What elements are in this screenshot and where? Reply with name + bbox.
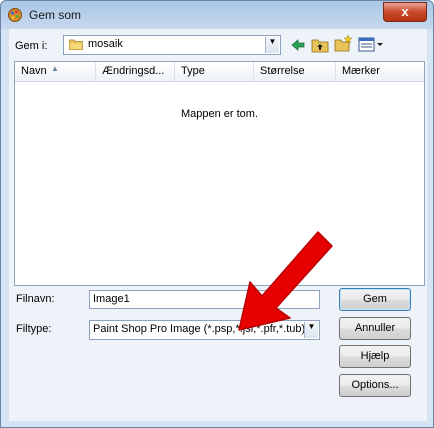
filetype-value: Paint Shop Pro Image (*.psp,*.jsl,*.pfr,… bbox=[93, 323, 306, 335]
chevron-down-icon[interactable]: ▼ bbox=[304, 322, 318, 338]
cancel-button[interactable]: Annuller bbox=[339, 317, 411, 340]
new-folder-icon[interactable] bbox=[334, 34, 352, 52]
options-button[interactable]: Options... bbox=[339, 374, 411, 397]
help-button[interactable]: Hjælp bbox=[339, 345, 411, 368]
location-combo[interactable]: mosaik ▼ bbox=[63, 35, 281, 55]
filename-field[interactable]: Image1 bbox=[89, 290, 320, 309]
sort-ascending-icon: ▲ bbox=[51, 64, 59, 73]
titlebar: Gem som x bbox=[1, 1, 433, 29]
view-menu-icon[interactable] bbox=[358, 36, 386, 54]
window-title: Gem som bbox=[29, 8, 82, 22]
empty-folder-message: Mappen er tom. bbox=[180, 108, 259, 120]
column-header-tags[interactable]: Mærker bbox=[336, 62, 424, 81]
folder-icon bbox=[69, 39, 83, 50]
column-header-type[interactable]: Type bbox=[175, 62, 254, 81]
column-header-name[interactable]: Navn ▲ bbox=[15, 62, 96, 81]
file-list[interactable]: Navn ▲ Ændringsd... Type Størrelse Mærke… bbox=[14, 61, 425, 286]
list-header: Navn ▲ Ændringsd... Type Størrelse Mærke… bbox=[15, 62, 424, 82]
column-header-size[interactable]: Størrelse bbox=[254, 62, 336, 81]
filename-label: Filnavn: bbox=[16, 293, 55, 305]
app-icon bbox=[8, 8, 22, 22]
dialog-body: Gem i: mosaik ▼ Navn ▲ Ændringsd... Type… bbox=[9, 29, 427, 421]
location-label: Gem i: bbox=[15, 40, 48, 52]
filetype-label: Filtype: bbox=[16, 323, 52, 335]
chevron-down-icon[interactable]: ▼ bbox=[265, 37, 279, 53]
back-arrow-icon[interactable] bbox=[289, 36, 307, 54]
column-header-modified[interactable]: Ændringsd... bbox=[96, 62, 175, 81]
location-value: mosaik bbox=[88, 38, 123, 50]
filetype-select[interactable]: Paint Shop Pro Image (*.psp,*.jsl,*.pfr,… bbox=[89, 320, 320, 340]
save-button[interactable]: Gem bbox=[339, 288, 411, 311]
close-button[interactable]: x bbox=[383, 2, 427, 22]
save-as-dialog: Gem som x Gem i: mosaik ▼ Navn ▲ Ændring… bbox=[0, 0, 434, 428]
up-folder-icon[interactable] bbox=[311, 36, 329, 54]
